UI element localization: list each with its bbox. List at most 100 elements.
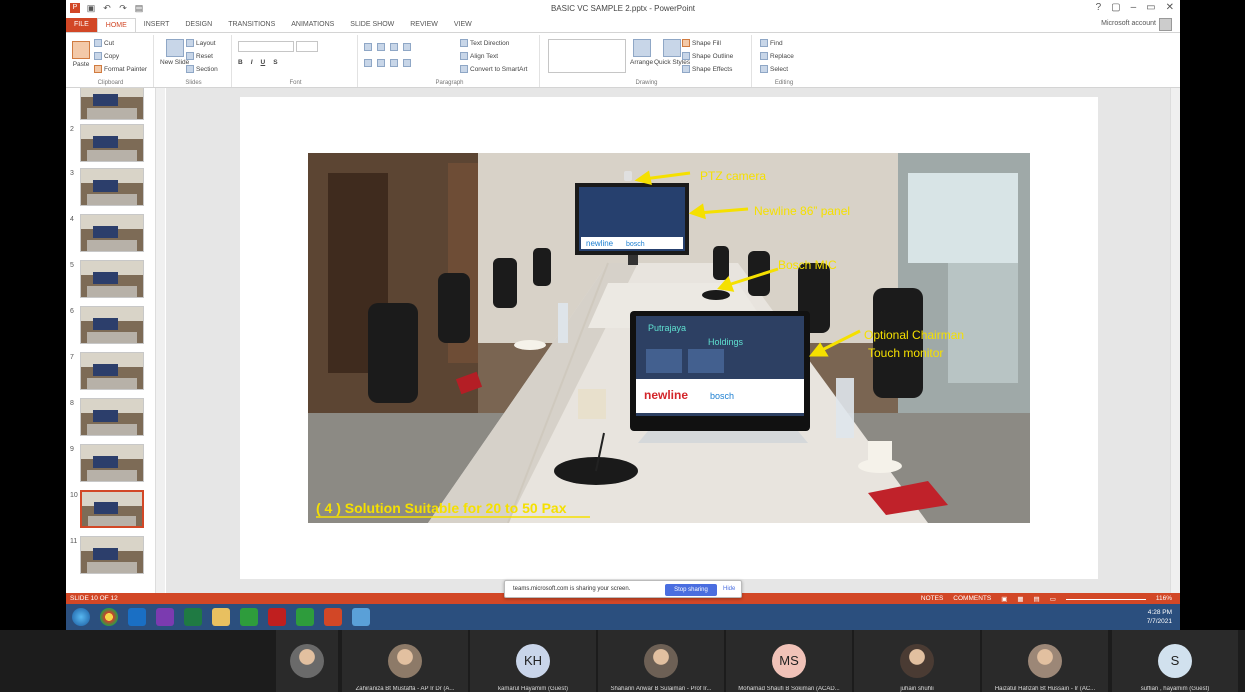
numbering-icon[interactable]	[377, 43, 385, 51]
current-slide[interactable]: newline bosch newline bosch Putrajaya Ho…	[240, 97, 1098, 579]
slide-thumbnail[interactable]	[80, 536, 144, 574]
slide-thumbnail[interactable]	[80, 306, 144, 344]
zoom-level[interactable]: 116%	[1156, 595, 1172, 603]
tab-design[interactable]: DESIGN	[177, 18, 220, 32]
font-name-select[interactable]	[238, 41, 294, 52]
clipboard-group: Paste Cut Copy Format Painter Clipboard	[68, 35, 154, 87]
section-button[interactable]: Section	[186, 65, 218, 73]
stop-sharing-button[interactable]: Stop sharing	[665, 584, 717, 596]
help-button[interactable]: ?	[1096, 2, 1102, 13]
slide-thumbnail[interactable]	[80, 260, 144, 298]
bold-button[interactable]: B	[238, 59, 243, 66]
account-name[interactable]: Microsoft account	[1101, 20, 1156, 27]
copy-button[interactable]: Copy	[94, 52, 119, 60]
reading-view-icon[interactable]: ▤	[1034, 595, 1040, 603]
participant-tile[interactable]: Haizatul Hafizah Bt Hussain - Ir (AC...	[982, 630, 1108, 692]
bullets-icon[interactable]	[364, 43, 372, 51]
align-left-icon[interactable]	[364, 59, 372, 67]
italic-button[interactable]: I	[251, 59, 253, 66]
window-icon[interactable]	[352, 608, 370, 626]
participant-tile[interactable]: Shaharin Anwar B Sulaiman - Prof Ir...	[598, 630, 724, 692]
slide-thumbnail[interactable]	[80, 124, 144, 162]
outlook-icon[interactable]	[128, 608, 146, 626]
minimize-button[interactable]: –	[1131, 2, 1137, 13]
tab-animations[interactable]: ANIMATIONS	[283, 18, 342, 32]
ribbon-display-button[interactable]: ▢	[1111, 2, 1120, 13]
participant-tile[interactable]: MS Mohamad Shaufi B Sokiman (ACAD...	[726, 630, 852, 692]
convert-smartart-button[interactable]: Convert to SmartArt	[460, 65, 527, 73]
system-tray: 4:28 PM 7/7/2021	[1147, 608, 1172, 626]
close-button[interactable]: ✕	[1166, 2, 1174, 13]
zoom-slider[interactable]	[1065, 599, 1146, 600]
excel-icon[interactable]	[184, 608, 202, 626]
layout-button[interactable]: Layout	[186, 39, 216, 47]
participant-tile[interactable]: Ssuffian , hayamim (Guest)	[1112, 630, 1238, 692]
shape-fill-button[interactable]: Shape Fill	[682, 39, 721, 47]
replace-button[interactable]: Replace	[760, 52, 794, 60]
start-button-icon[interactable]	[72, 608, 90, 626]
slide-thumbnail[interactable]	[80, 490, 144, 528]
slide-thumbnail[interactable]	[80, 352, 144, 390]
decrease-indent-icon[interactable]	[390, 43, 398, 51]
slides-group: New Slide Layout Reset Section Slides	[156, 35, 232, 87]
participant-tile[interactable]: Zahiraniza Bt Mustaffa - AP Ir Dr (A...	[342, 630, 468, 692]
window-title: BASIC VC SAMPLE 2.pptx - PowerPoint	[550, 4, 696, 13]
file-explorer-icon[interactable]	[212, 608, 230, 626]
paste-button[interactable]: Paste	[72, 41, 90, 68]
arrange-button[interactable]: Arrange	[630, 39, 653, 66]
comments-button[interactable]: COMMENTS	[953, 595, 991, 603]
strikethrough-button[interactable]: S	[273, 59, 277, 66]
justify-icon[interactable]	[403, 59, 411, 67]
tab-slide-show[interactable]: SLIDE SHOW	[342, 18, 402, 32]
participant-tile[interactable]: KH kamarul Hayamim (Guest)	[470, 630, 596, 692]
slide-thumbnail[interactable]	[80, 444, 144, 482]
slide-sorter-icon[interactable]: ▦	[1017, 595, 1023, 603]
notes-button[interactable]: NOTES	[921, 595, 943, 603]
tab-view[interactable]: VIEW	[446, 18, 480, 32]
new-slide-button[interactable]: New Slide	[160, 39, 189, 66]
align-center-icon[interactable]	[377, 59, 385, 67]
shapes-gallery[interactable]	[548, 39, 626, 73]
participant-tile[interactable]: juhairi shuhli	[854, 630, 980, 692]
align-right-icon[interactable]	[390, 59, 398, 67]
acrobat-icon[interactable]	[268, 608, 286, 626]
text-direction-button[interactable]: Text Direction	[460, 39, 509, 47]
shape-outline-button[interactable]: Shape Outline	[682, 52, 733, 60]
brush-icon	[94, 65, 102, 73]
slideshow-view-icon[interactable]: ▭	[1050, 595, 1056, 603]
slide-thumbnail[interactable]	[80, 88, 144, 120]
tab-transitions[interactable]: TRANSITIONS	[220, 18, 283, 32]
thumbnails-scrollbar[interactable]	[155, 88, 165, 593]
participant-tile[interactable]	[276, 630, 338, 692]
select-button[interactable]: Select	[760, 65, 788, 73]
find-button[interactable]: Find	[760, 39, 783, 47]
tab-insert[interactable]: INSERT	[136, 18, 178, 32]
clock-time[interactable]: 4:28 PM	[1147, 608, 1172, 617]
underline-button[interactable]: U	[261, 59, 266, 66]
onenote-icon[interactable]	[156, 608, 174, 626]
format-painter-button[interactable]: Format Painter	[94, 65, 147, 73]
shape-effects-button[interactable]: Shape Effects	[682, 65, 732, 73]
screen-share-banner: teams.microsoft.com is sharing your scre…	[504, 580, 742, 598]
powerpoint-icon[interactable]	[324, 608, 342, 626]
slide-thumbnail[interactable]	[80, 168, 144, 206]
normal-view-icon[interactable]: ▣	[1001, 595, 1007, 603]
restore-button[interactable]: ▭	[1146, 2, 1155, 13]
font-size-select[interactable]	[296, 41, 318, 52]
reset-button[interactable]: Reset	[186, 52, 213, 60]
increase-indent-icon[interactable]	[403, 43, 411, 51]
hide-banner-button[interactable]: Hide	[723, 586, 735, 592]
cut-button[interactable]: Cut	[94, 39, 114, 47]
chat-app-icon[interactable]	[240, 608, 258, 626]
chat-app-2-icon[interactable]	[296, 608, 314, 626]
slide-thumbnail[interactable]	[80, 398, 144, 436]
account-avatar[interactable]	[1159, 18, 1172, 31]
tab-review[interactable]: REVIEW	[402, 18, 446, 32]
chrome-icon[interactable]	[100, 608, 118, 626]
slide-scrollbar[interactable]	[1170, 88, 1180, 593]
slide-thumbnail[interactable]	[80, 214, 144, 252]
tab-file[interactable]: FILE	[66, 18, 97, 32]
tab-home[interactable]: HOME	[96, 18, 136, 32]
clock-date[interactable]: 7/7/2021	[1147, 617, 1172, 626]
align-text-button[interactable]: Align Text	[460, 52, 498, 60]
